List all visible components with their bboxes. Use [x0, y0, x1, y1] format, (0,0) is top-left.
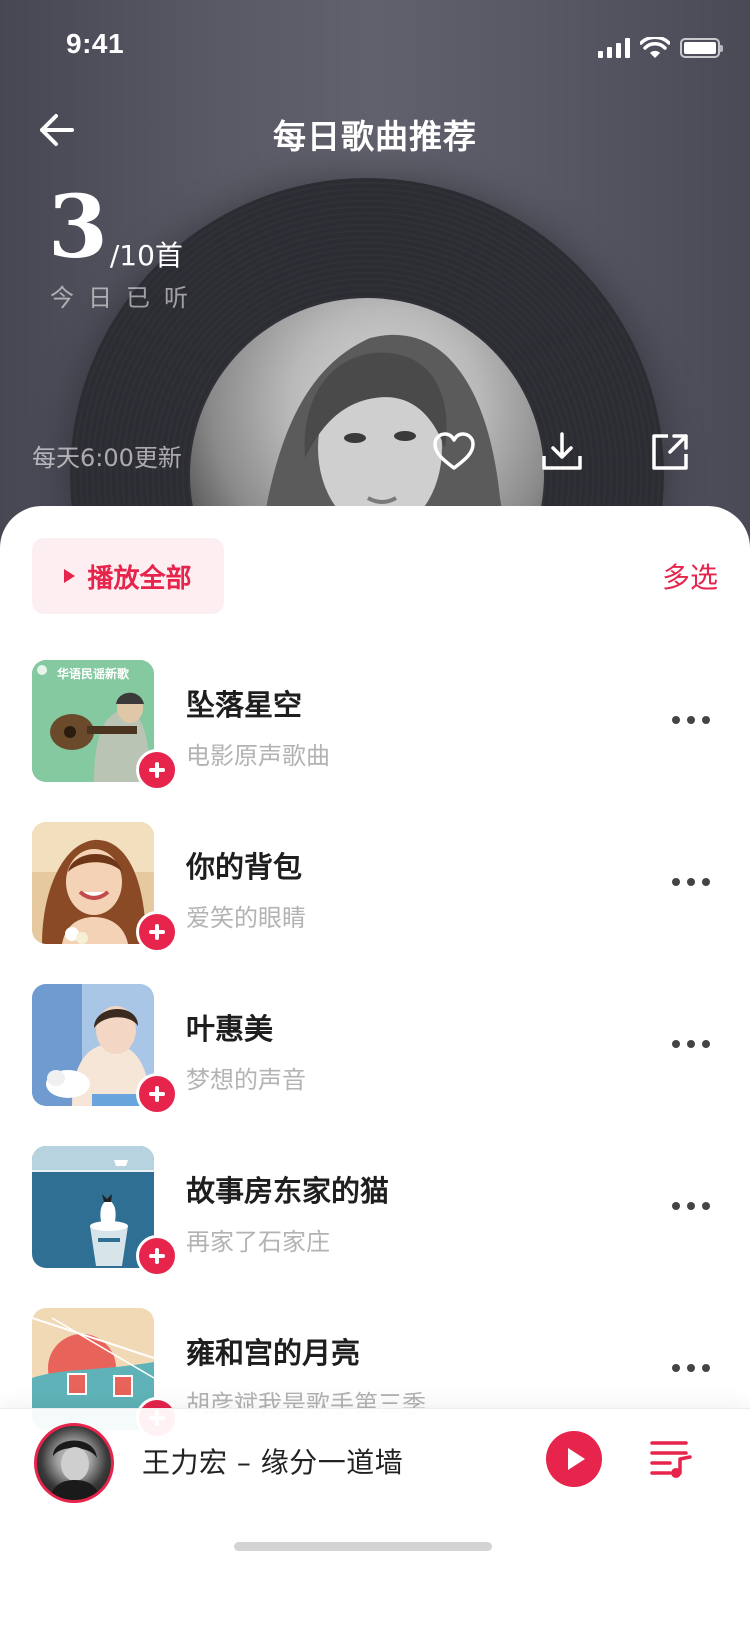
home-indicator[interactable]: [234, 1542, 492, 1551]
listened-total: /10首: [109, 239, 183, 272]
cover-label: 华语民谣新歌: [57, 666, 130, 681]
update-note: 每天6:00更新: [32, 444, 182, 472]
artist-portrait: [49, 1440, 101, 1500]
listened-counter: 3/10首: [48, 178, 183, 278]
song-subtitle: 爱笑的眼睛: [186, 904, 306, 932]
song-subtitle: 梦想的声音: [186, 1066, 306, 1094]
more-options-icon[interactable]: [672, 716, 710, 724]
multi-select-button[interactable]: 多选: [662, 556, 718, 596]
now-playing-text[interactable]: 王力宏 – 缘分一道墙: [142, 1441, 403, 1481]
heart-icon[interactable]: [430, 428, 478, 476]
song-title: 雍和宫的月亮: [186, 1336, 361, 1370]
wifi-icon: [640, 37, 670, 58]
song-row[interactable]: 你的背包 爱笑的眼睛: [0, 822, 750, 953]
play-triangle-icon: [64, 569, 76, 583]
status-bar: 9:41: [0, 0, 750, 96]
more-options-icon[interactable]: [672, 1040, 710, 1048]
add-to-playlist-button[interactable]: [136, 911, 178, 953]
add-to-playlist-button[interactable]: [136, 749, 178, 791]
more-options-icon[interactable]: [672, 878, 710, 886]
song-title: 故事房东家的猫: [186, 1174, 390, 1208]
more-options-icon[interactable]: [672, 1364, 710, 1372]
play-all-label: 播放全部: [87, 563, 192, 594]
song-title: 坠落星空: [186, 688, 303, 722]
page-title: 每日歌曲推荐: [273, 117, 477, 156]
song-row[interactable]: 叶惠美 梦想的声音: [0, 984, 750, 1115]
listened-count: 3: [48, 177, 108, 278]
status-icons: [598, 33, 723, 63]
song-row[interactable]: 故事房东家的猫 再家了石家庄: [0, 1146, 750, 1277]
battery-icon: [680, 38, 723, 58]
play-all-button[interactable]: 播放全部: [32, 538, 224, 614]
play-button[interactable]: [546, 1431, 602, 1487]
song-row[interactable]: 华语民谣新歌 坠落星空 电影原声歌曲: [0, 660, 750, 791]
add-to-playlist-button[interactable]: [136, 1235, 178, 1277]
cellular-signal-icon: [598, 38, 630, 58]
status-time: 9:41: [66, 28, 125, 59]
share-icon[interactable]: [646, 428, 694, 476]
song-title: 你的背包: [186, 850, 303, 884]
add-to-playlist-button[interactable]: [136, 1073, 178, 1115]
song-subtitle: 再家了石家庄: [186, 1228, 330, 1256]
playlist-icon[interactable]: [650, 1439, 694, 1479]
now-playing-avatar[interactable]: [34, 1423, 114, 1503]
song-title: 叶惠美: [186, 1012, 274, 1046]
listened-caption: 今日已听: [50, 284, 202, 312]
more-options-icon[interactable]: [672, 1202, 710, 1210]
song-subtitle: 电影原声歌曲: [186, 742, 330, 770]
mini-player[interactable]: 王力宏 – 缘分一道墙: [0, 1408, 750, 1625]
header: 9:41 每日歌曲推荐 3/10首 今日已听 每天6:00更新: [0, 0, 750, 560]
download-icon[interactable]: [538, 428, 586, 476]
